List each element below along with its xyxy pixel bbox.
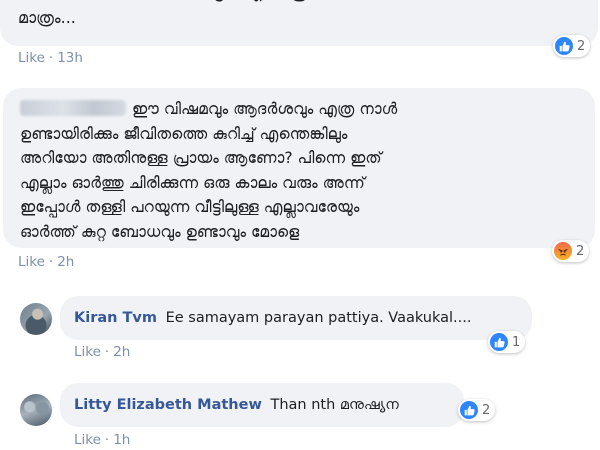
reaction-count: 2 — [577, 38, 586, 54]
like-reaction-icon — [555, 37, 573, 55]
like-link[interactable]: Like — [18, 50, 45, 66]
reaction-count: 2 — [482, 402, 491, 418]
like-reaction-icon — [460, 401, 478, 419]
reply-actions: Like · 2h — [74, 344, 131, 360]
timestamp[interactable]: 13h — [57, 50, 83, 66]
avatar[interactable] — [20, 394, 52, 426]
reaction-count: 2 — [576, 243, 585, 259]
timestamp[interactable]: 1h — [113, 432, 130, 448]
comment-text: ഈ വിഷമവും ആദർശവും എത്ര നാൾ ഉണ്ടായിരിക്കു… — [20, 100, 398, 241]
reply-author-name[interactable]: Litty Elizabeth Mathew — [74, 397, 262, 413]
like-link[interactable]: Like — [74, 432, 101, 448]
like-link[interactable]: Like — [18, 254, 45, 270]
reply-author-name[interactable]: Kiran Tvm — [74, 310, 157, 326]
reply-text: Than nth മനുഷ്യന — [270, 397, 399, 413]
reaction-summary[interactable]: 2 — [552, 240, 590, 262]
timestamp[interactable]: 2h — [113, 344, 130, 360]
reply-bubble: Kiran Tvm Ee samayam parayan pattiya. Va… — [60, 296, 532, 340]
reaction-summary[interactable]: 2 — [553, 35, 591, 57]
reaction-summary[interactable]: 1 — [488, 331, 526, 353]
reaction-summary[interactable]: 2 — [458, 399, 496, 421]
avatar[interactable] — [20, 303, 52, 335]
reaction-count: 1 — [512, 334, 521, 350]
comment-bubble-top: ജീവിക്കാൻ നിനക്കു കഴിയട്ടെ... എന്ന് പ്രാ… — [0, 0, 598, 46]
reply-actions: Like · 1h — [74, 432, 131, 448]
comment-actions: Like · 13h — [18, 50, 83, 66]
reply-text: Ee samayam parayan pattiya. Vaakukal.... — [165, 310, 472, 326]
comment-thread: ജീവിക്കാൻ നിനക്കു കഴിയട്ടെ... എന്ന് പ്രാ… — [0, 0, 600, 450]
comment-actions: Like · 2h — [18, 254, 75, 270]
comment-bubble-main: ഈ വിഷമവും ആദർശവും എത്ര നാൾ ഉണ്ടായിരിക്കു… — [3, 88, 595, 248]
comment-text: ജീവിക്കാൻ നിനക്കു കഴിയട്ടെ... എന്ന് പ്രാ… — [18, 0, 364, 27]
timestamp[interactable]: 2h — [57, 254, 74, 270]
angry-reaction-icon — [554, 242, 572, 260]
like-reaction-icon — [490, 333, 508, 351]
reply-bubble: Litty Elizabeth Mathew Than nth മനുഷ്യന — [60, 383, 464, 427]
like-link[interactable]: Like — [74, 344, 101, 360]
